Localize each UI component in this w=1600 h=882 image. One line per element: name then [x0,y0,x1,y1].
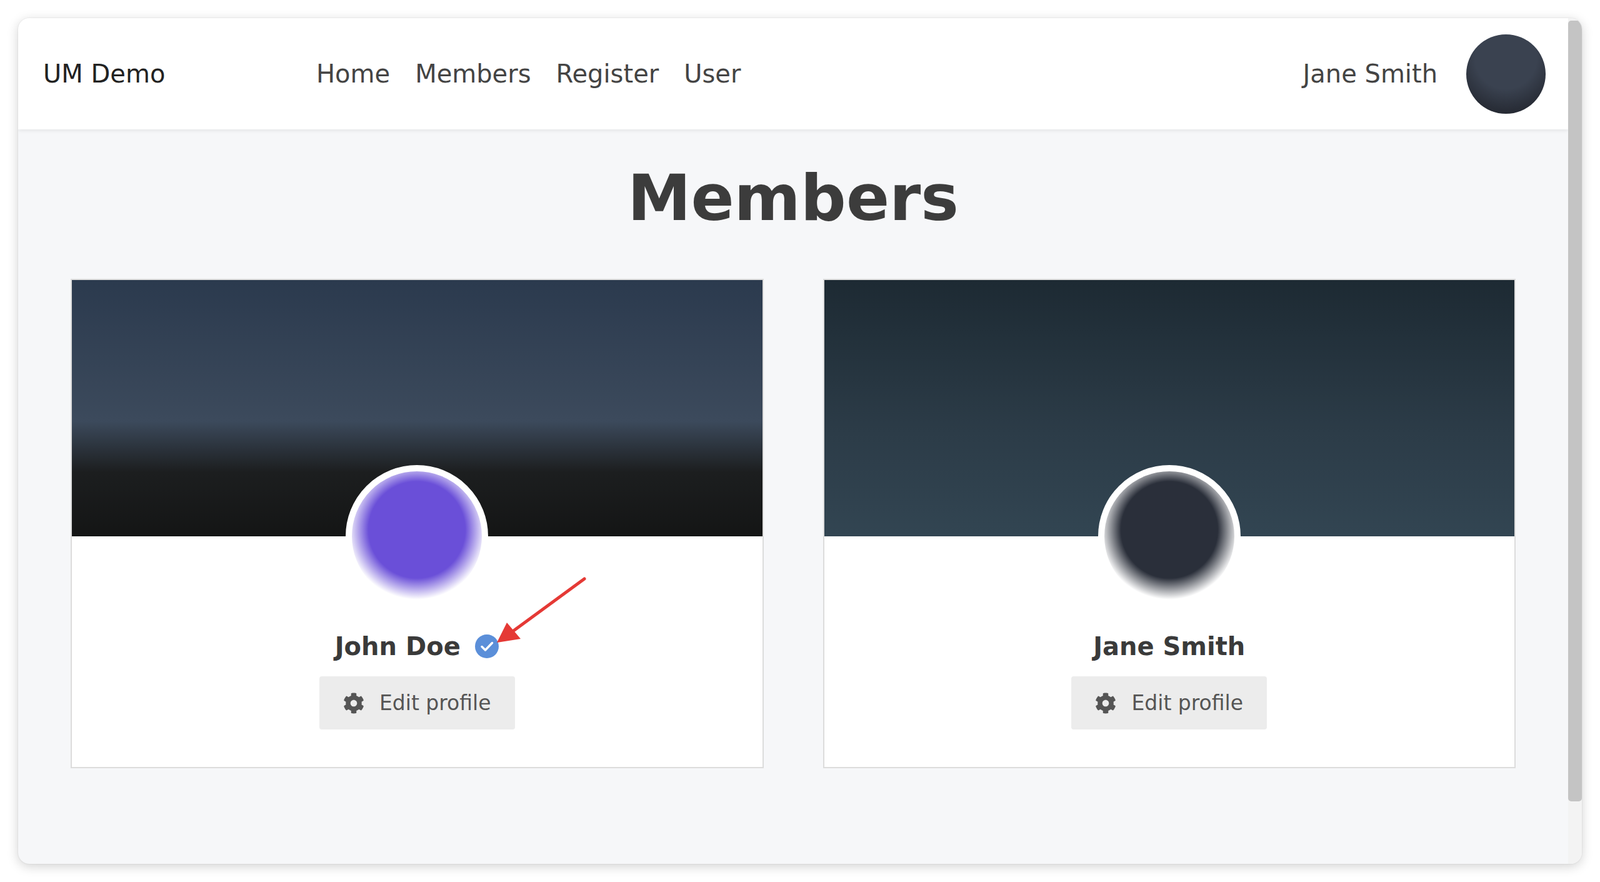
name-row: John Doe [335,630,500,663]
name-row: Jane Smith [1093,630,1245,663]
scrollbar-thumb[interactable] [1568,20,1582,802]
member-avatar[interactable] [345,465,489,608]
scrollbar[interactable] [1568,18,1582,864]
verified-check-icon [474,633,500,659]
nav-links: Home Members Register User [316,59,1304,89]
member-card: Jane Smith Edit profile [823,278,1517,769]
member-grid: John Doe Edit profile Jane Smith Edit profi… [70,278,1516,769]
edit-profile-button[interactable]: Edit profile [319,676,515,730]
screen: UM DemoHome Members Register User Jane Smith… [0,0,1600,882]
member-card: John Doe Edit profile [70,278,764,769]
user-avatar[interactable] [1466,34,1546,114]
verified-badge [474,633,500,659]
member-name[interactable]: John Doe [335,631,461,661]
navbar: UM DemoHome Members Register User Jane Smith [18,18,1569,130]
annotation-arrow-icon [493,576,587,645]
browser-frame: UM DemoHome Members Register User Jane Smith… [18,18,1582,864]
nav-link[interactable]: User [683,59,741,89]
gear-icon [343,692,365,714]
page-title: Members [627,160,959,235]
content: Members John Doe Edit profile Jane Smith Edi… [18,129,1569,806]
user-name[interactable]: Jane Smith [1303,59,1439,89]
member-avatar[interactable] [1098,465,1241,608]
page: UM DemoHome Members Register User Jane Smith… [18,18,1569,864]
nav-link[interactable]: Register [556,59,660,89]
member-name[interactable]: Jane Smith [1093,631,1245,661]
edit-profile-button[interactable]: Edit profile [1071,676,1267,730]
brand[interactable]: UM Demo [43,59,317,89]
gear-icon [1095,692,1117,714]
user-menu[interactable]: Jane Smith [1303,34,1547,114]
nav-link[interactable]: Members [415,59,531,89]
nav-link[interactable]: Home [316,59,390,89]
